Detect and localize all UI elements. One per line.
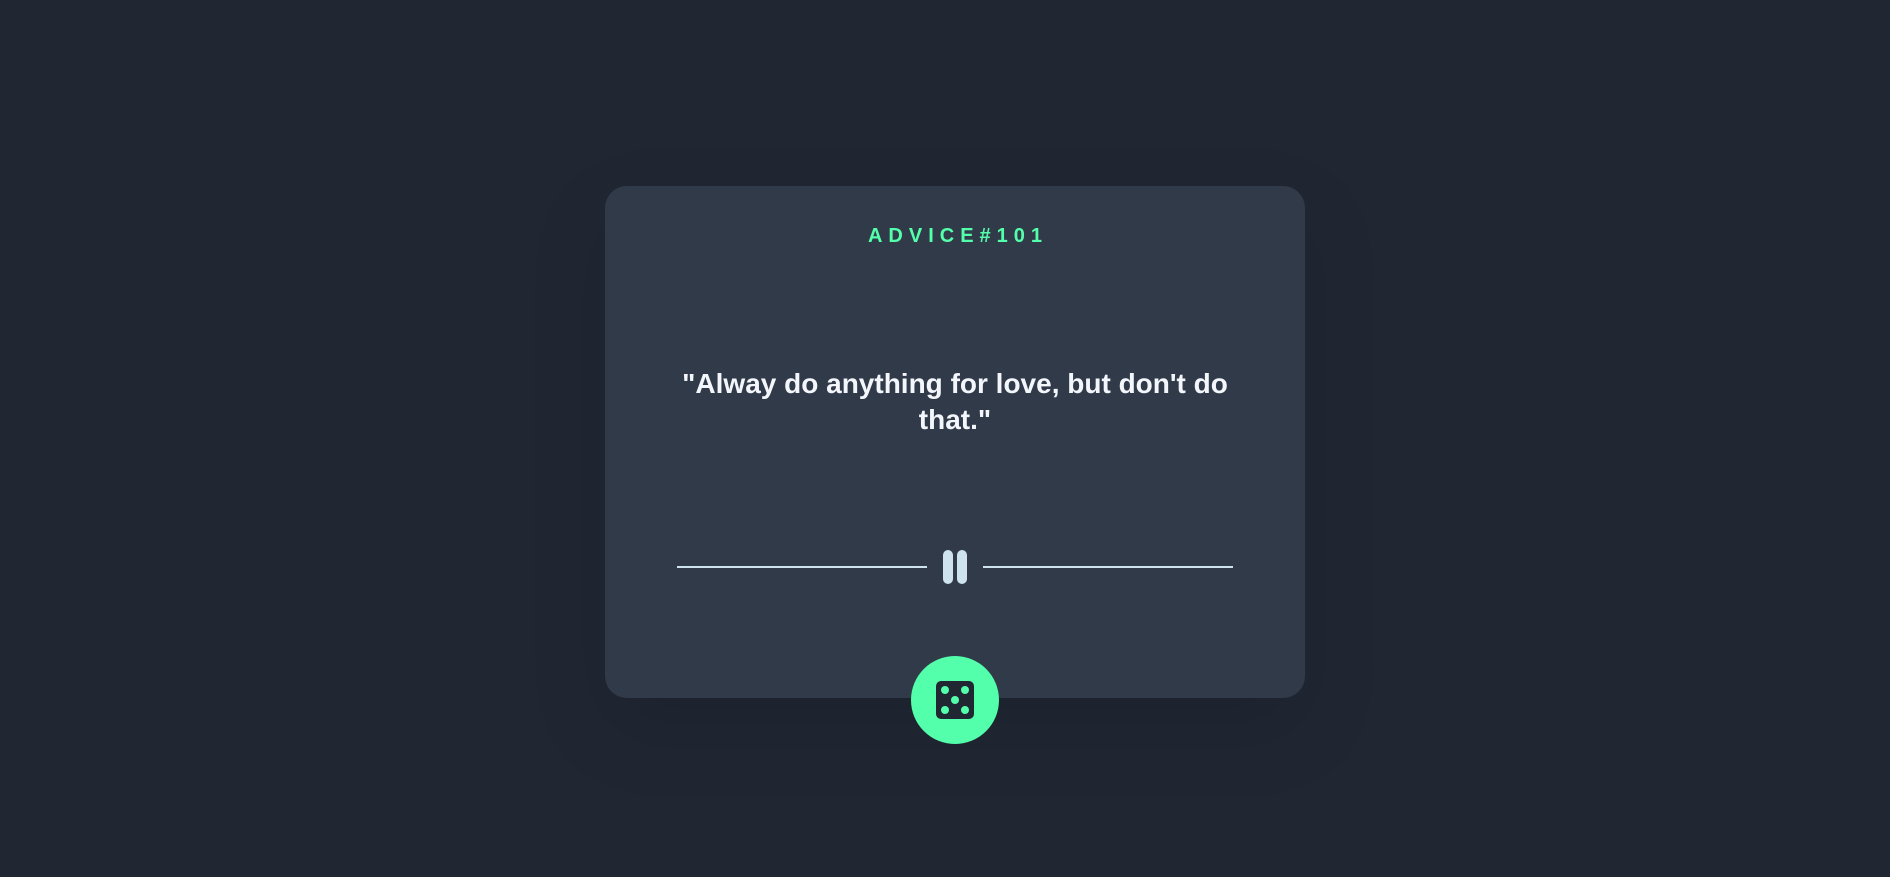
dice-icon bbox=[936, 681, 974, 719]
new-advice-button[interactable] bbox=[911, 656, 999, 744]
page: ADVICE#101 "Alway do anything for love, … bbox=[0, 0, 1890, 877]
advice-card: ADVICE#101 "Alway do anything for love, … bbox=[605, 186, 1305, 698]
advice-quote: "Alway do anything for love, but don't d… bbox=[682, 368, 1228, 435]
divider-line-left bbox=[677, 566, 927, 568]
pause-icon bbox=[936, 550, 974, 584]
divider bbox=[677, 550, 1233, 584]
pause-bar-left bbox=[943, 550, 953, 584]
advice-id: ADVICE#101 bbox=[867, 225, 1049, 247]
pause-bar-right bbox=[957, 550, 967, 584]
divider-line-right bbox=[983, 566, 1233, 568]
